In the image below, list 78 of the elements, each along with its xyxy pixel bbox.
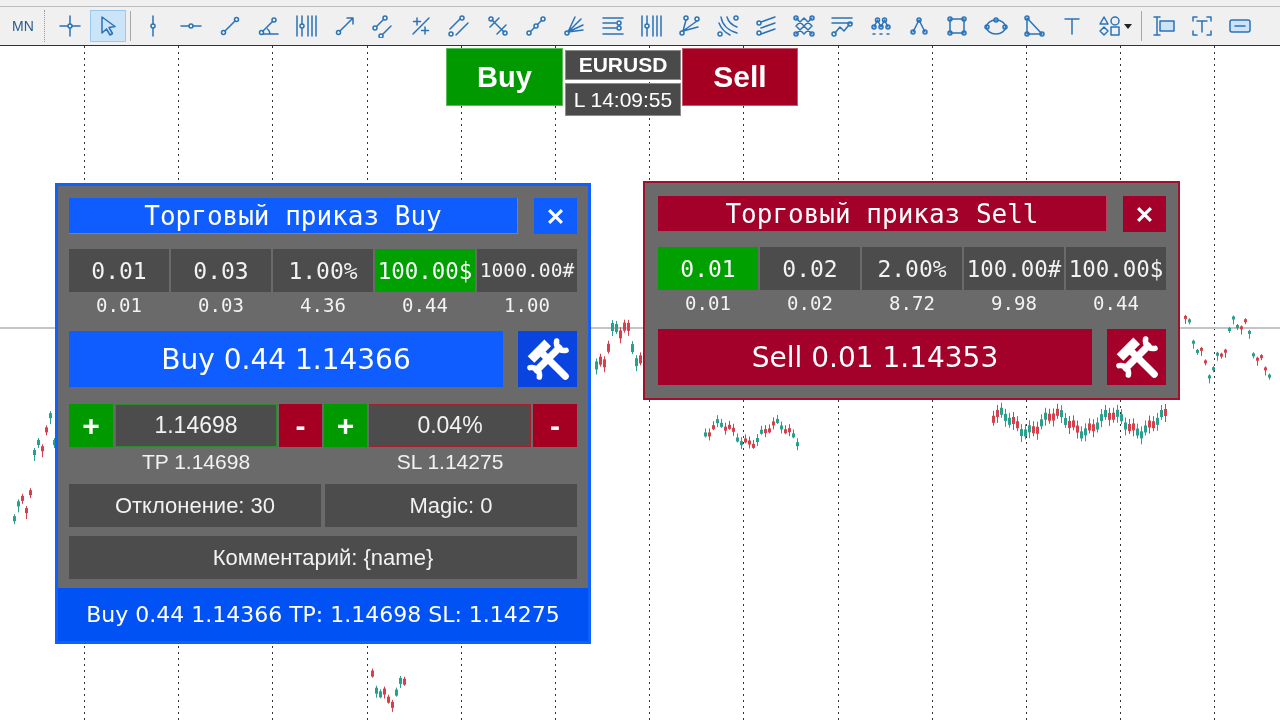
ellipse-icon xyxy=(983,14,1008,38)
tools-button[interactable] xyxy=(518,331,577,387)
lot-volume: 8.72 xyxy=(888,292,936,314)
lot-button[interactable]: 100.00# xyxy=(964,247,1064,290)
increase-button[interactable]: + xyxy=(324,404,367,447)
lattice-icon xyxy=(792,14,817,38)
deviation-field[interactable]: Отклонение: 30 xyxy=(69,484,321,527)
tool-button[interactable] xyxy=(90,10,127,42)
letter-t-icon xyxy=(1064,17,1081,35)
horizontal-line-icon xyxy=(180,23,203,29)
rectangle-icon xyxy=(945,14,970,38)
close-button[interactable] xyxy=(534,198,577,234)
vertical-line-icon xyxy=(150,15,157,37)
label-icon xyxy=(1151,14,1176,38)
parallel-lines-icon xyxy=(370,14,395,38)
lot-volume: 0.02 xyxy=(786,292,834,314)
ray-fan-icon xyxy=(562,14,587,38)
lot-volume: 0.03 xyxy=(197,294,245,316)
rounded-box-icon xyxy=(1229,19,1252,33)
close-icon xyxy=(1136,205,1153,223)
lot-button[interactable]: 0.01 xyxy=(69,249,169,292)
decrease-button[interactable]: - xyxy=(279,404,322,447)
order-button[interactable]: Buy 0.44 1.14366 xyxy=(69,331,503,387)
cursor-icon xyxy=(100,16,116,36)
candlesticks xyxy=(595,319,642,375)
wave-points-icon xyxy=(868,14,893,38)
candlesticks xyxy=(371,668,406,713)
lot-button[interactable]: 1000.00# xyxy=(477,249,577,292)
panel-title: Торговый приказ Buy xyxy=(69,198,518,234)
vertical-lines-icon xyxy=(294,14,319,38)
crossed-lines-icon xyxy=(485,14,510,38)
lot-volume: 0.44 xyxy=(1092,292,1140,314)
take-profit-field[interactable]: 1.14698 xyxy=(115,404,277,447)
order-summary: Buy 0.44 1.14366 TP: 1.14698 SL: 1.14275 xyxy=(58,588,588,641)
vertical-lines-icon xyxy=(638,14,663,38)
fan-lines-icon xyxy=(677,14,702,38)
lot-volume: 4.36 xyxy=(299,294,347,316)
three-point-line-icon xyxy=(524,14,549,38)
take-profit-label: TP 1.14698 xyxy=(140,450,252,474)
arcs-icon xyxy=(715,14,740,38)
time-label: L 14:09:55 xyxy=(565,83,681,116)
order-button[interactable]: Sell 0.01 1.14353 xyxy=(658,329,1092,385)
panel-title: Торговый приказ Sell xyxy=(658,196,1107,232)
triangle-icon xyxy=(1021,14,1046,38)
lot-volume: 0.01 xyxy=(684,292,732,314)
decrease-button[interactable]: - xyxy=(533,404,577,447)
magic-field[interactable]: Magic: 0 xyxy=(325,484,577,527)
shapes-icon xyxy=(1097,14,1122,38)
lot-volume: 0.44 xyxy=(401,294,449,316)
zigzag-lines-icon xyxy=(830,14,855,38)
caret-icon xyxy=(1123,23,1132,29)
lot-volume: 1.00 xyxy=(503,294,551,316)
increase-button[interactable]: + xyxy=(69,404,113,447)
double-lines-icon xyxy=(447,14,472,38)
symbol-label: EURUSD xyxy=(565,50,681,80)
lot-button[interactable]: 1.00% xyxy=(273,249,373,292)
lot-volume: 0.01 xyxy=(95,294,143,316)
lot-button[interactable]: 2.00% xyxy=(862,247,962,290)
triangle-points-icon xyxy=(907,14,931,38)
lot-button[interactable]: 0.03 xyxy=(171,249,271,292)
timeframe-label[interactable]: MN xyxy=(12,18,34,34)
text-frame-icon xyxy=(1189,14,1214,38)
lot-button[interactable]: 100.00$ xyxy=(1066,247,1166,290)
comment-field[interactable]: Комментарий: {name} xyxy=(69,536,577,579)
stop-loss-label: SL 1.14275 xyxy=(395,450,505,474)
crosshair-icon xyxy=(57,14,82,38)
close-icon xyxy=(547,207,564,225)
close-button[interactable] xyxy=(1123,196,1166,232)
horizontal-lines-icon xyxy=(600,14,625,38)
buy-button[interactable]: Buy xyxy=(446,48,563,106)
slanted-lines-icon xyxy=(753,14,778,38)
hammer-wrench-icon xyxy=(525,337,570,381)
tools-button[interactable] xyxy=(1107,329,1166,385)
hammer-wrench-icon xyxy=(1114,335,1159,379)
sell-button[interactable]: Sell xyxy=(682,48,798,106)
lot-volume: 9.98 xyxy=(990,292,1038,314)
stop-loss-field[interactable]: 0.04% xyxy=(369,404,531,447)
lot-button[interactable]: 0.02 xyxy=(760,247,860,290)
